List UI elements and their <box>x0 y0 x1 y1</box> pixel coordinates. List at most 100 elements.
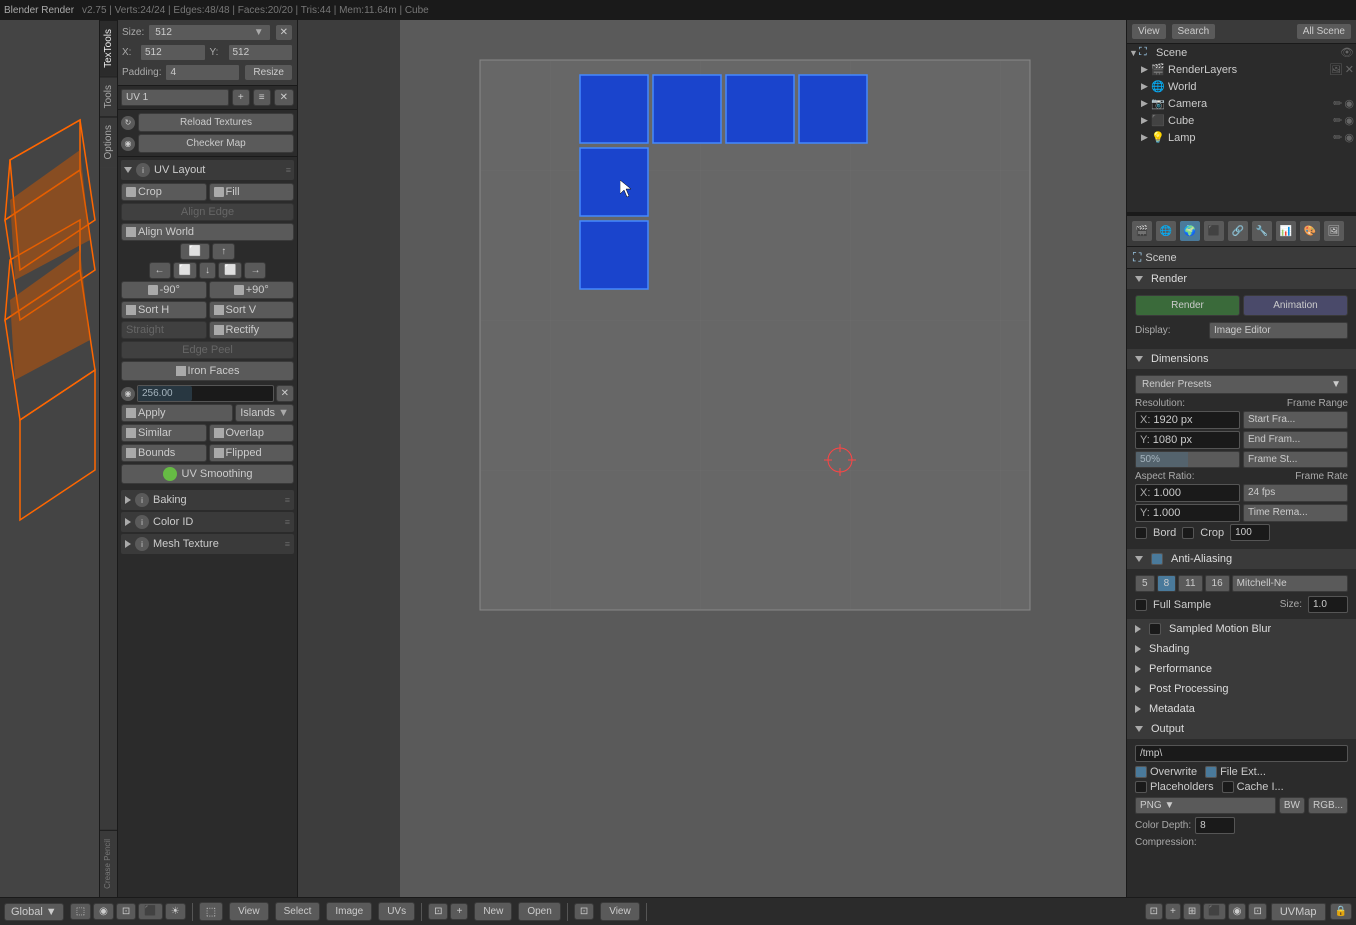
uvmap-label[interactable]: UVMap <box>1271 903 1326 921</box>
bord-checkbox[interactable] <box>1135 527 1147 539</box>
image-menu-btn[interactable]: Image <box>326 902 372 921</box>
crop-btn[interactable]: Crop <box>121 183 207 201</box>
mesh-texture-menu-icon[interactable]: ≡ <box>285 539 290 549</box>
align-center-up-btn[interactable]: ⬜ <box>180 243 210 260</box>
tab-tools[interactable]: Tools <box>100 76 117 116</box>
islands-select[interactable]: Islands ▼ <box>235 404 294 422</box>
render-section-header[interactable]: Render <box>1127 269 1356 289</box>
fps-select[interactable]: 24 fps <box>1243 484 1348 502</box>
select-menu-btn[interactable]: Select <box>275 902 321 921</box>
tree-scene[interactable]: ▼ ⛶ Scene 👁 <box>1127 44 1356 61</box>
search-btn[interactable]: Search <box>1171 23 1217 40</box>
br-icon-3[interactable]: ⊞ <box>1183 903 1201 920</box>
aa-btn-16[interactable]: 16 <box>1205 575 1230 592</box>
start-frame-input[interactable]: Start Fra... <box>1243 411 1348 429</box>
value-input[interactable]: 256.00 <box>137 385 274 402</box>
bw-btn[interactable]: BW <box>1279 797 1305 814</box>
rectify-btn[interactable]: Rectify <box>209 321 295 339</box>
new-btn[interactable]: New <box>474 902 512 921</box>
bounds-btn[interactable]: Bounds <box>121 444 207 462</box>
tab-options[interactable]: Options <box>100 116 117 167</box>
file-ext-checkbox[interactable] <box>1205 766 1217 778</box>
metadata-header[interactable]: Metadata <box>1127 699 1356 719</box>
overlap-btn[interactable]: Overlap <box>209 424 295 442</box>
shading-header[interactable]: Shading <box>1127 639 1356 659</box>
x-input[interactable]: 512 <box>140 44 206 61</box>
sort-v-btn[interactable]: Sort V <box>209 301 295 319</box>
x-aspect-input[interactable]: X: 1.000 <box>1135 484 1240 502</box>
aa-btn-8[interactable]: 8 <box>1157 575 1177 592</box>
reload-textures-btn[interactable]: Reload Textures <box>138 113 294 132</box>
editor-icon-1[interactable]: ⊡ <box>428 903 448 920</box>
props-data-icon[interactable]: 📊 <box>1275 220 1297 242</box>
props-constraints-icon[interactable]: 🔗 <box>1227 220 1249 242</box>
resize-btn[interactable]: Resize <box>244 64 293 81</box>
motion-blur-header[interactable]: Sampled Motion Blur <box>1127 619 1356 639</box>
view-btn[interactable]: View <box>1131 23 1167 40</box>
viewport-render-btn[interactable]: ⬛ <box>138 903 162 920</box>
frame-step-input[interactable]: Frame St... <box>1243 451 1348 468</box>
br-icon-4[interactable]: ⬛ <box>1203 903 1225 920</box>
tab-crease-pencil[interactable]: Crease Pencil <box>100 830 117 897</box>
aa-btn-5[interactable]: 5 <box>1135 575 1155 592</box>
animation-btn[interactable]: Animation <box>1243 295 1348 316</box>
color-id-menu-icon[interactable]: ≡ <box>285 517 290 527</box>
placeholders-checkbox[interactable] <box>1135 781 1147 793</box>
size-extra-btn[interactable]: ✕ <box>275 24 293 41</box>
size-input[interactable]: 512 ▼ <box>148 24 270 41</box>
editor-icon-2[interactable]: + <box>450 903 468 920</box>
motion-blur-checkbox[interactable] <box>1149 623 1161 635</box>
display-select[interactable]: Image Editor <box>1209 322 1348 339</box>
open-btn[interactable]: Open <box>518 902 560 921</box>
align-left-btn[interactable]: ← <box>149 262 171 279</box>
crop-value-input[interactable]: 100 <box>1230 524 1270 541</box>
iron-faces-btn[interactable]: Iron Faces <box>121 361 294 381</box>
uv-smoothing-btn[interactable]: UV Smoothing <box>121 464 294 484</box>
y-res-input[interactable]: Y: 1080 px <box>1135 431 1240 449</box>
align-down-btn[interactable]: ↓ <box>199 262 216 279</box>
uv-menu-btn[interactable]: ≡ <box>253 89 271 106</box>
baking-menu-icon[interactable]: ≡ <box>285 495 290 505</box>
dimensions-section-header[interactable]: Dimensions <box>1127 349 1356 369</box>
apply-btn[interactable]: Apply <box>121 404 233 422</box>
tree-renderlayers[interactable]: ▶ 🎬 RenderLayers 🖼 ✕ <box>1127 61 1356 78</box>
uv-add-btn[interactable]: + <box>232 89 250 106</box>
x-res-input[interactable]: X: 1920 px <box>1135 411 1240 429</box>
props-scene-icon[interactable]: 🌐 <box>1155 220 1177 242</box>
br-icon-6[interactable]: ⊡ <box>1248 903 1266 920</box>
rotate-neg90-btn[interactable]: -90° <box>121 281 207 299</box>
uv-channel-select[interactable]: UV 1 <box>121 89 229 106</box>
color-depth-input[interactable]: 8 <box>1195 817 1235 834</box>
viewport-wire-btn[interactable]: ⊡ <box>116 903 136 920</box>
performance-header[interactable]: Performance <box>1127 659 1356 679</box>
tree-world[interactable]: ▶ 🌐 World <box>1127 78 1356 95</box>
props-object-icon[interactable]: ⬛ <box>1203 220 1225 242</box>
mesh-texture-section-header[interactable]: i Mesh Texture ≡ <box>121 534 294 554</box>
crop-checkbox[interactable] <box>1182 527 1194 539</box>
value-extra-btn[interactable]: ✕ <box>276 385 294 402</box>
align-up-btn[interactable]: ↑ <box>212 243 235 260</box>
uv-layout-menu-icon[interactable]: ≡ <box>286 165 291 175</box>
props-modifiers-icon[interactable]: 🔧 <box>1251 220 1273 242</box>
render-btn[interactable]: Render <box>1135 295 1240 316</box>
aa-section-header[interactable]: Anti-Aliasing <box>1127 549 1356 569</box>
lock-icon[interactable]: 🔒 <box>1330 903 1352 920</box>
global-select[interactable]: Global ▼ <box>4 903 64 921</box>
br-icon-1[interactable]: ⊡ <box>1145 903 1163 920</box>
post-processing-header[interactable]: Post Processing <box>1127 679 1356 699</box>
rotate-pos90-btn[interactable]: +90° <box>209 281 295 299</box>
br-icon-2[interactable]: + <box>1165 903 1181 920</box>
sort-h-btn[interactable]: Sort H <box>121 301 207 319</box>
checker-map-btn[interactable]: Checker Map <box>138 134 294 153</box>
props-material-icon[interactable]: 🎨 <box>1299 220 1321 242</box>
viewport-solid-btn[interactable]: ◉ <box>93 903 114 920</box>
view2-btn[interactable]: View <box>600 902 640 921</box>
uv-editor-mode-btn[interactable]: ⬚ <box>199 902 223 921</box>
flipped-btn[interactable]: Flipped <box>209 444 295 462</box>
y-aspect-input[interactable]: Y: 1.000 <box>1135 504 1240 522</box>
similar-btn[interactable]: Similar <box>121 424 207 442</box>
tree-lamp[interactable]: ▶ 💡 Lamp ✏ ◉ <box>1127 129 1356 146</box>
straight-btn[interactable]: Straight <box>121 321 207 339</box>
time-remap-input[interactable]: Time Rema... <box>1243 504 1348 522</box>
y-input[interactable]: 512 <box>228 44 294 61</box>
